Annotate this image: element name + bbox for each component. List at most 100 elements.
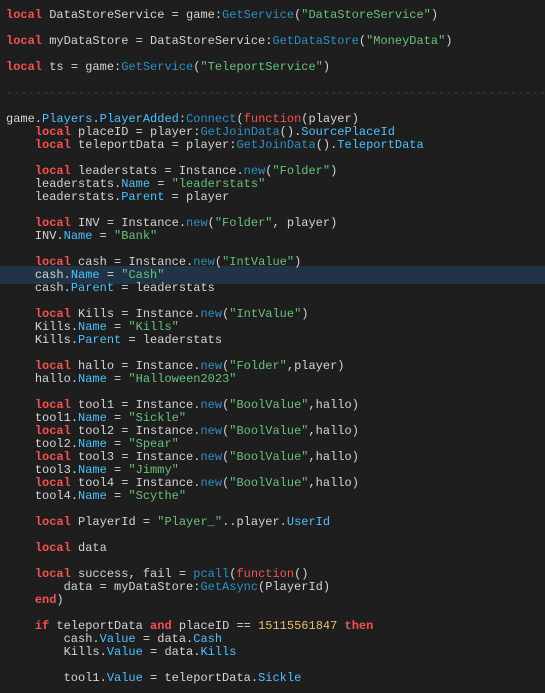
token: Kills.	[64, 645, 107, 659]
token: then	[345, 619, 374, 633]
token: = player	[164, 190, 229, 204]
code-line[interactable]: game.Players.PlayerAdded:Connect(functio…	[6, 110, 545, 123]
code-line[interactable]: local tool3 = Instance.new("BoolValue",h…	[6, 448, 545, 461]
code-line[interactable]: local cash = Instance.new("IntValue")	[6, 253, 545, 266]
code-line[interactable]: local data	[6, 539, 545, 552]
code-editor[interactable]: local DataStoreService = game:GetService…	[6, 6, 545, 682]
token: tool1.	[64, 671, 107, 685]
token: (	[215, 255, 222, 269]
token: "Player_"	[157, 515, 222, 529]
token: ..player.	[222, 515, 287, 529]
code-line[interactable]: data = myDataStore:GetAsync(PlayerId)	[6, 578, 545, 591]
token: "Folder"	[229, 359, 287, 373]
token: Parent	[78, 333, 121, 347]
code-line[interactable]: local tool2 = Instance.new("BoolValue",h…	[6, 422, 545, 435]
token: teleportData = player:	[71, 138, 237, 152]
token: new	[200, 450, 222, 464]
code-line[interactable]: local tool4 = Instance.new("BoolValue",h…	[6, 474, 545, 487]
token: Kills.	[35, 333, 78, 347]
token: = teleportData.	[143, 671, 258, 685]
token: DataStoreService = game:	[42, 8, 222, 22]
code-line[interactable]: local success, fail = pcall(function()	[6, 565, 545, 578]
token: =	[107, 489, 129, 503]
token: new	[186, 216, 208, 230]
code-line[interactable]: local ts = game:GetService("TeleportServ…	[6, 58, 545, 71]
code-line[interactable]: local teleportData = player:GetJoinData(…	[6, 136, 545, 149]
token: local	[35, 541, 71, 555]
token: ,hallo)	[308, 424, 358, 438]
token: 15115561847	[258, 619, 337, 633]
token: hallo.	[35, 372, 78, 386]
code-line[interactable]: tool1.Value = teleportData.Sickle	[6, 669, 545, 682]
code-line[interactable]: local Kills = Instance.new("IntValue")	[6, 305, 545, 318]
token: "MoneyData"	[366, 34, 445, 48]
token: UserId	[287, 515, 330, 529]
token: data	[71, 541, 107, 555]
token: "Folder"	[215, 216, 273, 230]
token: data = myDataStore:	[64, 580, 201, 594]
token: new	[200, 424, 222, 438]
code-line[interactable]	[6, 97, 545, 110]
token: (	[359, 34, 366, 48]
token: leaderstats.	[35, 190, 121, 204]
token: (	[208, 216, 215, 230]
token: , player)	[272, 216, 337, 230]
token: Parent	[121, 190, 164, 204]
token: "Halloween2023"	[128, 372, 236, 386]
token: GetService	[222, 8, 294, 22]
token: ,hallo)	[308, 450, 358, 464]
token: GetDataStore	[272, 34, 358, 48]
token: myDataStore = DataStoreService:	[42, 34, 272, 48]
code-line[interactable]: ----------------------------------------…	[6, 84, 545, 97]
token: ,player)	[287, 359, 345, 373]
code-line[interactable]: local hallo = Instance.new("Folder",play…	[6, 357, 545, 370]
token: "Bank"	[114, 229, 157, 243]
token: TeleportData	[337, 138, 423, 152]
token: PlayerId =	[71, 515, 157, 529]
token: "Folder"	[272, 164, 330, 178]
code-line[interactable]: Kills.Parent = leaderstats	[6, 331, 545, 344]
token: new	[193, 255, 215, 269]
token: "BoolValue"	[229, 450, 308, 464]
token: new	[200, 307, 222, 321]
code-line[interactable]: cash.Parent = leaderstats	[6, 279, 545, 292]
token: =	[92, 229, 114, 243]
token: Name	[64, 229, 93, 243]
token: =	[107, 372, 129, 386]
token: )	[445, 34, 452, 48]
token: cash.	[35, 281, 71, 295]
token: local	[35, 138, 71, 152]
token: GetService	[121, 60, 193, 74]
token: "IntValue"	[229, 307, 301, 321]
code-line[interactable]: if teleportData and placeID == 151155618…	[6, 617, 545, 630]
token: Parent	[71, 281, 114, 295]
token: GetJoinData	[236, 138, 315, 152]
token: )	[323, 60, 330, 74]
token: = leaderstats	[114, 281, 215, 295]
code-line[interactable]: local leaderstats = Instance.new("Folder…	[6, 162, 545, 175]
code-line[interactable]	[6, 604, 545, 617]
token: ts = game:	[42, 60, 121, 74]
code-line[interactable]: local INV = Instance.new("Folder", playe…	[6, 214, 545, 227]
token: ,hallo)	[308, 398, 358, 412]
token: tool4.	[35, 489, 78, 503]
code-line[interactable]: local placeID = player:GetJoinData().Sou…	[6, 123, 545, 136]
code-line[interactable]: local PlayerId = "Player_"..player.UserI…	[6, 513, 545, 526]
code-line[interactable]: local DataStoreService = game:GetService…	[6, 6, 545, 19]
token: )	[56, 593, 63, 607]
token: "BoolValue"	[229, 424, 308, 438]
token: Sickle	[258, 671, 301, 685]
token: "IntValue"	[222, 255, 294, 269]
token: Value	[107, 645, 143, 659]
token: ,hallo)	[308, 476, 358, 490]
code-line[interactable]: local myDataStore = DataStoreService:Get…	[6, 32, 545, 45]
token: INV.	[35, 229, 64, 243]
code-line[interactable]: Kills.Value = data.Kills	[6, 643, 545, 656]
token	[337, 619, 344, 633]
token: ().	[316, 138, 338, 152]
token: Name	[78, 489, 107, 503]
token: new	[200, 398, 222, 412]
token: GetAsync	[200, 580, 258, 594]
code-line[interactable]: local tool1 = Instance.new("BoolValue",h…	[6, 396, 545, 409]
code-line[interactable]: leaderstats.Parent = player	[6, 188, 545, 201]
